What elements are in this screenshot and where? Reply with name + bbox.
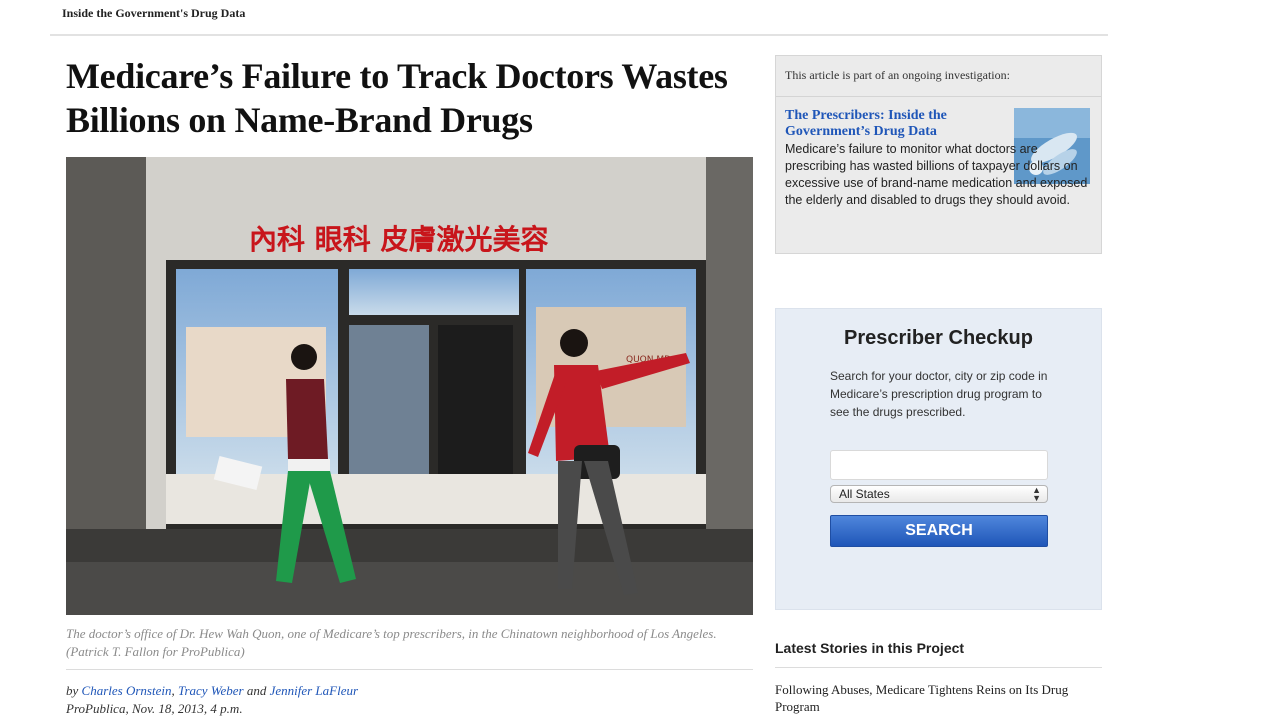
latest-divider (775, 667, 1102, 668)
series-kicker[interactable]: Inside the Government's Drug Data (62, 6, 245, 21)
state-select-value: All States (839, 487, 890, 501)
series-link[interactable]: The Prescribers: Inside the Government’s… (785, 108, 1000, 140)
updown-arrows-icon: ▲ ▼ (1032, 485, 1041, 503)
top-bar: Inside the Government's Drug Data (50, 0, 1108, 36)
dateline: ProPublica, Nov. 18, 2013, 4 p.m. (66, 701, 243, 716)
byline-and: and (246, 683, 267, 698)
checkup-title: Prescriber Checkup (844, 327, 1033, 349)
byline-comma: , (171, 683, 175, 698)
author-link-tracy-weber[interactable]: Tracy Weber (178, 683, 244, 698)
article-headline: Medicare’s Failure to Track Doctors Wast… (66, 56, 728, 140)
series-box-header: This article is part of an ongoing inves… (776, 56, 1101, 97)
checkup-description: Search for your doctor, city or zip code… (830, 369, 1048, 419)
prescriber-checkup-widget: Prescriber Checkup Search for your docto… (775, 308, 1102, 610)
series-box: This article is part of an ongoing inves… (775, 55, 1102, 254)
series-intro: This article is part of an ongoing inves… (785, 68, 1010, 82)
author-link-charles-ornstein[interactable]: Charles Ornstein (82, 683, 172, 698)
photo-caption: The doctor’s office of Dr. Hew Wah Quon,… (66, 626, 717, 659)
author-link-jennifer-lafleur[interactable]: Jennifer LaFleur (270, 683, 358, 698)
latest-stories-title: Latest Stories in this Project (775, 640, 965, 656)
state-select[interactable]: All States ▲ ▼ (830, 485, 1048, 503)
search-button[interactable]: SEARCH (830, 515, 1048, 547)
article-photo: 內科 眼科 皮膚激光美容 QUON MD (66, 157, 753, 615)
byline: by Charles Ornstein, Tracy Weber and Jen… (66, 682, 358, 700)
byline-prefix: by (66, 683, 79, 698)
caption-divider (66, 669, 753, 670)
series-description: Medicare’s failure to monitor what docto… (785, 142, 1088, 207)
latest-story-link[interactable]: Following Abuses, Medicare Tightens Rein… (775, 681, 1102, 715)
photo-sign-text: 內科 眼科 皮膚激光美容 (249, 223, 549, 256)
prescriber-search-input[interactable] (830, 450, 1048, 480)
